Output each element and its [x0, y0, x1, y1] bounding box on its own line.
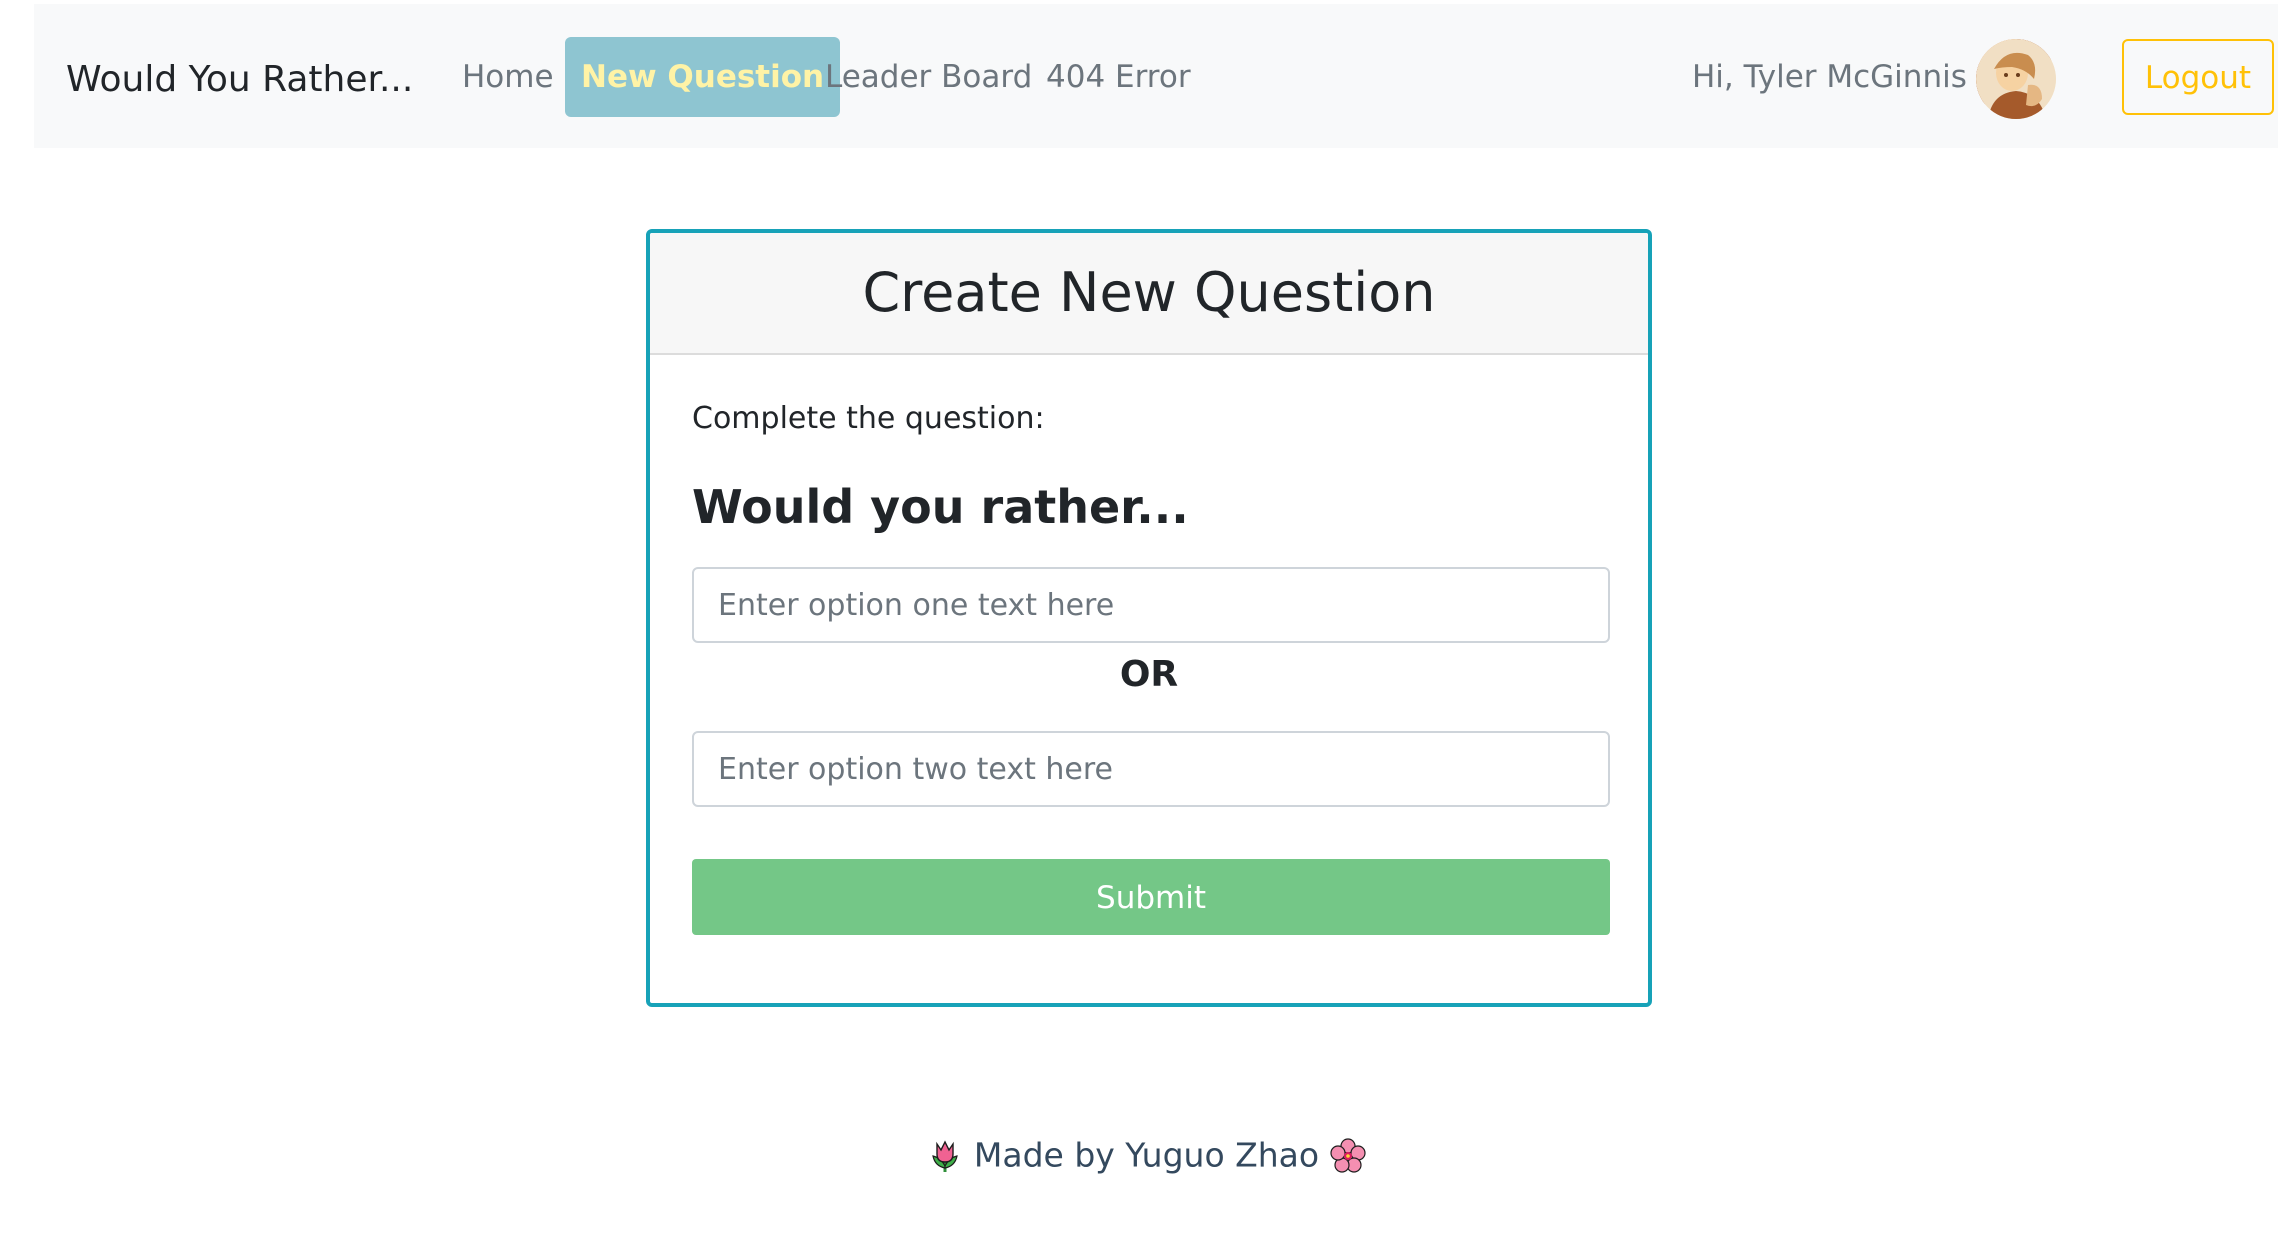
user-avatar — [1976, 39, 2056, 119]
logout-button[interactable]: Logout — [2122, 39, 2274, 115]
footer-credit: Made by Yuguo Zhao — [973, 1135, 1320, 1175]
question-instruction: Complete the question: — [692, 401, 1045, 436]
footer: Made by Yuguo Zhao — [0, 1130, 2293, 1180]
card-title: Create New Question — [650, 233, 1648, 355]
nav-link-home[interactable]: Home — [462, 37, 554, 117]
tulip-icon — [932, 1139, 959, 1172]
app-brand[interactable]: Would You Rather... — [66, 56, 413, 104]
user-greeting: Hi, Tyler McGinnis — [1692, 59, 1967, 95]
avatar-portrait-icon — [1976, 39, 2056, 119]
submit-button[interactable]: Submit — [692, 859, 1610, 935]
hibiscus-icon — [1329, 1137, 1366, 1173]
option-one-input[interactable] — [692, 567, 1610, 643]
top-navbar: Would You Rather... Home New Question Le… — [34, 4, 2278, 148]
or-separator: OR — [1119, 654, 1179, 695]
nav-link-404-error[interactable]: 404 Error — [1046, 37, 1191, 117]
option-two-input[interactable] — [692, 731, 1610, 807]
question-subtitle: Would you rather... — [692, 480, 1189, 534]
nav-link-leader-board[interactable]: Leader Board — [825, 37, 1032, 117]
nav-link-new-question[interactable]: New Question — [565, 37, 841, 117]
new-question-card: Create New Question Complete the questio… — [646, 229, 1652, 1007]
